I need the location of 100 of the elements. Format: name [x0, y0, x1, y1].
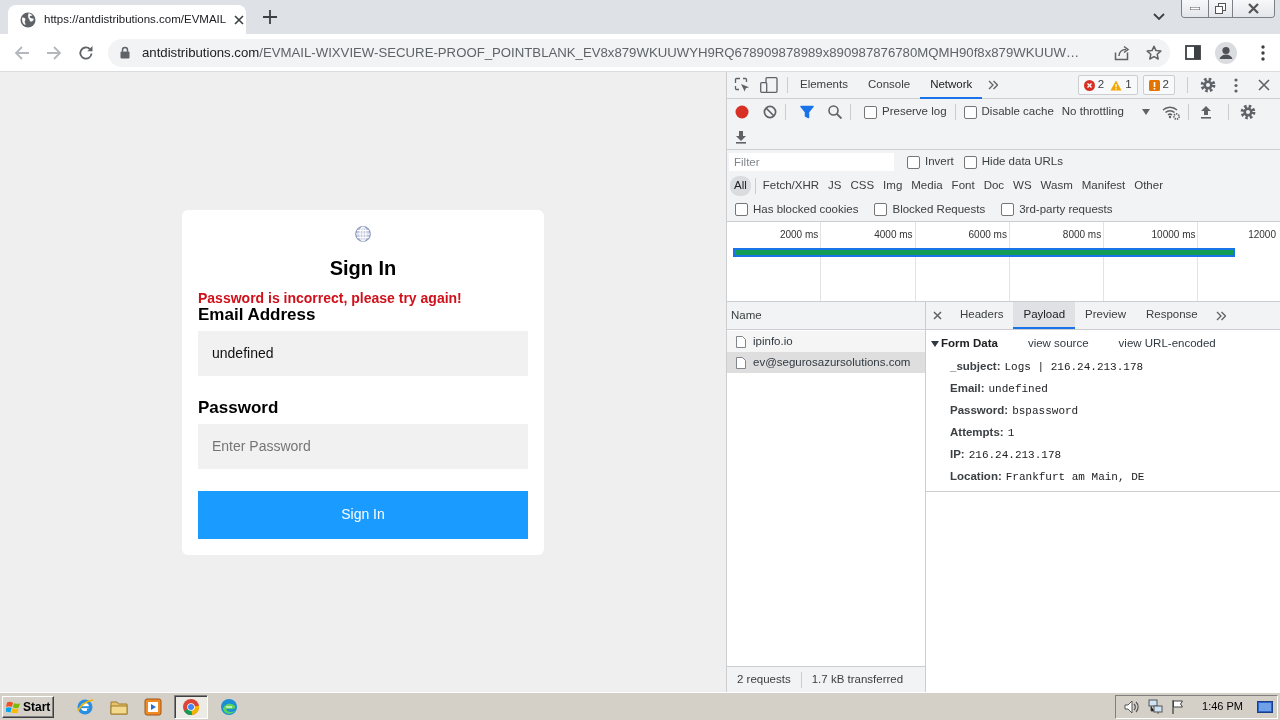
- profile-icon[interactable]: [1215, 41, 1237, 64]
- field-value: bspassword: [1012, 403, 1079, 419]
- view-url-encoded-link[interactable]: view URL-encoded: [1118, 335, 1216, 353]
- more-tabs-icon[interactable]: [1215, 310, 1226, 321]
- taskbar-app-button[interactable]: [174, 694, 208, 719]
- type-filter-button[interactable]: CSS: [846, 176, 879, 196]
- type-filter-button[interactable]: Font: [947, 176, 979, 196]
- email-field[interactable]: undefined: [198, 330, 528, 376]
- close-icon[interactable]: [1258, 79, 1270, 91]
- restore-button[interactable]: [1208, 0, 1232, 17]
- type-filter-button[interactable]: Other: [1130, 176, 1167, 196]
- filter-field[interactable]: Filter: [729, 153, 894, 171]
- checkbox-label[interactable]: Preserve log: [882, 103, 947, 121]
- issue-count: 2: [1162, 77, 1169, 93]
- caret-down-icon: [1141, 109, 1150, 115]
- checkbox[interactable]: [963, 105, 977, 119]
- flag-icon[interactable]: [1171, 698, 1185, 715]
- throttling-select[interactable]: No throttling: [1061, 103, 1150, 121]
- minimize-icon: [1190, 7, 1200, 10]
- type-filter-button[interactable]: Doc: [979, 176, 1009, 196]
- close-icon[interactable]: [234, 14, 245, 25]
- issue-icon: [1148, 79, 1160, 91]
- checkbox-label[interactable]: Disable cache: [981, 103, 1054, 121]
- close-window-button[interactable]: [1232, 0, 1274, 17]
- checkbox-label[interactable]: Blocked Requests: [892, 200, 986, 219]
- network-icon[interactable]: [1148, 698, 1164, 715]
- chevron-down-icon[interactable]: [1153, 13, 1165, 21]
- type-filter-button[interactable]: JS: [824, 176, 846, 196]
- checkbox-label[interactable]: Has blocked cookies: [753, 200, 859, 219]
- start-button[interactable]: Start: [2, 695, 54, 718]
- record-icon[interactable]: [735, 105, 749, 119]
- password-field[interactable]: Enter Password: [198, 423, 528, 469]
- side-panel-icon[interactable]: [1185, 45, 1201, 60]
- wifi-settings-icon[interactable]: [1161, 104, 1180, 120]
- clear-icon[interactable]: [763, 105, 777, 119]
- inspect-icon[interactable]: [734, 77, 750, 93]
- tick-label: 2000 ms: [779, 229, 819, 240]
- star-icon[interactable]: [1146, 44, 1162, 61]
- devtools-tab[interactable]: Console: [857, 73, 921, 99]
- view-source-link[interactable]: view source: [1027, 335, 1089, 353]
- checkbox[interactable]: [874, 203, 888, 216]
- checkbox[interactable]: [963, 155, 977, 169]
- media-play-icon: [144, 697, 162, 716]
- speaker-icon[interactable]: [1124, 698, 1141, 715]
- checkbox[interactable]: [907, 155, 920, 169]
- checkbox[interactable]: [1001, 203, 1015, 216]
- more-tabs-icon[interactable]: [988, 80, 999, 90]
- upload-icon[interactable]: [1199, 105, 1212, 119]
- detail-tab[interactable]: Payload: [1013, 302, 1076, 329]
- request-row[interactable]: ipinfo.io: [727, 331, 925, 352]
- close-icon[interactable]: [933, 311, 942, 320]
- section-title[interactable]: Form Data: [941, 335, 998, 353]
- column-header[interactable]: Name: [731, 306, 762, 325]
- address-bar[interactable]: antdistributions.com/EVMAIL-WIXVIEW-SECURE-PROOF_POINTBLANK_EV8x879WKUUWYH9RQ678909878989x890987876780MQMH90f8x879WKUUW…: [108, 38, 1170, 67]
- checkbox-label[interactable]: Invert: [925, 153, 954, 171]
- issues-button[interactable]: 2: [1142, 75, 1175, 95]
- download-icon[interactable]: [735, 130, 747, 144]
- type-filter-button[interactable]: Img: [879, 176, 907, 196]
- request-row[interactable]: ev@segurosazursolutions.com: [727, 352, 925, 373]
- browser-tab[interactable]: https://antdistributions.com/EVMAIL: [8, 5, 246, 34]
- filter-icon[interactable]: [800, 105, 814, 119]
- type-filter-button[interactable]: Fetch/XHR: [758, 176, 824, 196]
- restore-icon: [1215, 3, 1226, 14]
- type-filter-button[interactable]: Manifest: [1077, 176, 1130, 196]
- lock-icon: [120, 46, 130, 59]
- detail-tab[interactable]: Headers: [950, 302, 1014, 329]
- field-key: IP:: [950, 446, 965, 464]
- close-icon: [1248, 3, 1259, 14]
- field-value: Frankfurt am Main, DE: [1005, 469, 1145, 485]
- checkbox[interactable]: [864, 105, 877, 119]
- search-icon[interactable]: [828, 105, 842, 119]
- detail-tab[interactable]: Preview: [1075, 302, 1136, 329]
- tick-label: 10000 ms: [1151, 229, 1196, 240]
- warning-icon: [1110, 79, 1123, 91]
- detail-tab[interactable]: Response: [1135, 302, 1208, 329]
- more-options-icon[interactable]: [1234, 77, 1238, 93]
- expand-triangle-icon[interactable]: [931, 340, 939, 348]
- plus-icon[interactable]: [263, 10, 277, 24]
- error-count: 2: [1097, 77, 1105, 93]
- type-filter-button[interactable]: WS: [1009, 176, 1036, 196]
- monitor-icon[interactable]: [1257, 699, 1273, 714]
- console-counts-button[interactable]: 2 1: [1077, 75, 1138, 95]
- menu-icon[interactable]: [1261, 44, 1265, 61]
- sign-in-title: Sign In: [328, 255, 398, 281]
- field-label: Password: [198, 398, 280, 417]
- share-icon[interactable]: [1114, 44, 1130, 61]
- type-filter-button[interactable]: All: [730, 176, 751, 196]
- devtools-tab[interactable]: Elements: [790, 73, 858, 99]
- checkbox-label[interactable]: 3rd-party requests: [1019, 200, 1113, 219]
- type-filter-button[interactable]: Media: [907, 176, 947, 196]
- device-icon[interactable]: [760, 77, 778, 93]
- checkbox[interactable]: [735, 203, 748, 216]
- globe-icon: [20, 11, 36, 28]
- settings-icon[interactable]: [1239, 104, 1256, 120]
- checkbox-label[interactable]: Hide data URLs: [981, 153, 1063, 171]
- tick-label: 4000 ms: [874, 229, 913, 240]
- settings-icon[interactable]: [1200, 77, 1216, 93]
- reload-icon[interactable]: [78, 44, 94, 61]
- document-icon: [736, 356, 746, 369]
- type-filter-button[interactable]: Wasm: [1036, 176, 1077, 196]
